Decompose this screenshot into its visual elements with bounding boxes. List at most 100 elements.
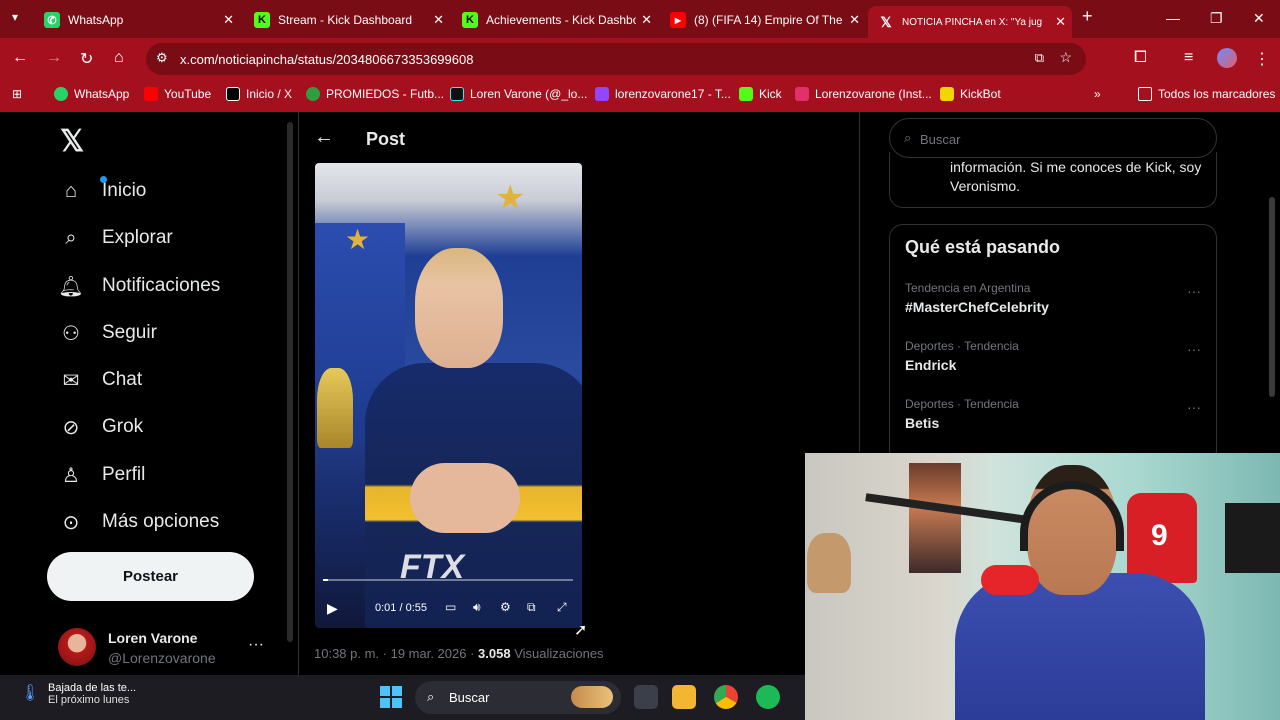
taskbar-search[interactable]: ⌕ Buscar: [415, 681, 621, 714]
bookmark-whatsapp[interactable]: WhatsApp: [54, 87, 129, 101]
trend-item[interactable]: Deportes · Tendencia Betis ···: [905, 397, 1205, 441]
kick-icon: K: [254, 12, 270, 28]
close-icon[interactable]: ✕: [849, 12, 860, 28]
home-icon: ⌂: [58, 176, 107, 204]
bookmark-tiktok[interactable]: Loren Varone (@_lo...: [450, 87, 587, 101]
sidebar-item-inicio[interactable]: ⌂ Inicio: [58, 176, 146, 204]
close-icon[interactable]: ✕: [223, 12, 234, 28]
menu-kebab-icon[interactable]: ⋮: [1254, 49, 1270, 69]
settings-icon[interactable]: ⚙: [500, 600, 511, 614]
play-icon[interactable]: ▶: [327, 600, 338, 617]
sidebar-item-label: Notificaciones: [102, 275, 221, 296]
sidebar-item-label: Más opciones: [102, 511, 220, 532]
url-text[interactable]: x.com/noticiapincha/status/2034806673353…: [180, 52, 473, 67]
sidebar-item-notificaciones[interactable]: 🔔︎ Notificaciones: [58, 273, 220, 299]
search-input[interactable]: [920, 129, 1200, 149]
left-scrollbar[interactable]: [287, 122, 293, 642]
sidebar-item-seguir[interactable]: ⚇ Seguir: [58, 320, 157, 346]
sidebar-item-label: Perfil: [102, 464, 146, 485]
trend-item[interactable]: Deportes · Tendencia Endrick ···: [905, 339, 1205, 383]
video-watermark: FTX: [400, 548, 465, 586]
tab-label: NOTICIA PINCHA en X: "Ya jug: [902, 16, 1043, 28]
tab-search-icon[interactable]: ▾: [12, 10, 18, 24]
more-dots-icon[interactable]: ···: [1187, 283, 1201, 299]
post-button[interactable]: Postear: [47, 552, 254, 601]
more-dots-icon[interactable]: ···: [248, 636, 264, 654]
window-close-icon[interactable]: ✕: [1253, 10, 1265, 27]
close-icon[interactable]: ✕: [1055, 14, 1066, 30]
windows-start-icon[interactable]: [380, 686, 402, 708]
trends-card: Qué está pasando Tendencia en Argentina …: [889, 224, 1217, 464]
more-dots-icon[interactable]: ···: [1187, 399, 1201, 415]
file-explorer-icon[interactable]: [672, 685, 696, 709]
sidebar-item-perfil[interactable]: ♙ Perfil: [58, 462, 145, 488]
follow-icon: ⚇: [62, 322, 80, 345]
bookmark-promiedos[interactable]: PROMIEDOS - Futb...: [306, 87, 444, 101]
home-browser-icon[interactable]: ⌂: [114, 49, 124, 67]
fullscreen-icon[interactable]: ⤢: [557, 600, 567, 615]
bookmark-twitch[interactable]: lorenzovarone17 - T...: [595, 87, 731, 101]
weather-line2: El próximo lunes: [48, 694, 130, 706]
media-control-icon[interactable]: ≡: [1184, 49, 1193, 67]
microphone: [981, 565, 1039, 595]
tab-kick-achievements[interactable]: K Achievements - Kick Dashbo ✕: [452, 6, 658, 34]
all-bookmarks-folder[interactable]: Todos los marcadores: [1138, 87, 1275, 101]
sidebar-item-mas-opciones[interactable]: ⊙ Más opciones: [58, 509, 220, 535]
profile-avatar-icon[interactable]: [1217, 48, 1237, 68]
new-tab-icon[interactable]: +: [1082, 6, 1093, 27]
bookmark-label: Inicio / X: [246, 87, 293, 101]
account-switcher[interactable]: Loren Varone @Lorenzovarone ···: [58, 626, 268, 670]
page-title: Post: [366, 129, 406, 149]
bell-icon: 🔔︎: [58, 275, 84, 298]
apps-grid-icon[interactable]: ⊞: [12, 87, 22, 101]
sidebar-item-label: Seguir: [102, 322, 157, 343]
close-icon[interactable]: ✕: [433, 12, 444, 28]
search-icon: ⌕: [65, 226, 77, 249]
back-icon[interactable]: ←: [12, 49, 28, 67]
captions-icon[interactable]: ▭: [445, 600, 456, 614]
bookmark-kick[interactable]: Kick: [739, 87, 782, 101]
install-app-icon[interactable]: ⧉: [1035, 50, 1044, 66]
star-icon: ★: [495, 179, 526, 217]
task-view-icon[interactable]: [634, 685, 658, 709]
sidebar-item-grok[interactable]: ⊘ Grok: [58, 414, 144, 440]
kick-icon: K: [462, 12, 478, 28]
extensions-icon[interactable]: ⧠: [1134, 49, 1147, 67]
bookmark-kickbot[interactable]: KickBot: [940, 87, 1001, 101]
wall-poster: [909, 463, 961, 573]
video-player[interactable]: ★ ★ FTX ▶ 0:01 / 0:55 ▭ 🔊︎ ⚙ ⧉ ⤢: [315, 163, 582, 628]
close-icon[interactable]: ✕: [641, 12, 652, 28]
pip-icon[interactable]: ⧉: [527, 600, 536, 615]
restore-icon[interactable]: ❐: [1210, 10, 1223, 27]
bookmark-label: KickBot: [960, 87, 1001, 101]
trend-item[interactable]: Tendencia en Argentina #MasterChefCelebr…: [905, 281, 1205, 325]
spotify-icon[interactable]: [756, 685, 780, 709]
bookmark-youtube[interactable]: YouTube: [144, 87, 211, 101]
site-settings-icon[interactable]: ⚙: [156, 50, 168, 66]
x-logo-icon[interactable]: 𝕏: [60, 124, 84, 159]
more-dots-icon[interactable]: ···: [1187, 341, 1201, 357]
back-arrow-icon[interactable]: ←: [314, 126, 334, 149]
chrome-icon[interactable]: [714, 685, 738, 709]
bookmark-instagram[interactable]: Lorenzovarone (Inst...: [795, 87, 932, 101]
right-scrollbar[interactable]: [1269, 197, 1275, 397]
forward-icon[interactable]: →: [46, 49, 62, 67]
tab-youtube-fifa[interactable]: ▶ (8) (FIFA 14) Empire Of The S ✕: [660, 6, 866, 34]
bookmark-star-icon[interactable]: ☆: [1059, 49, 1072, 66]
weather-line1: Bajada de las te...: [48, 682, 137, 694]
volume-icon[interactable]: 🔊︎: [473, 600, 481, 615]
sidebar-item-explorar[interactable]: ⌕ Explorar: [58, 225, 172, 251]
tiktok-icon: [450, 87, 464, 101]
weather-widget[interactable]: 🌡︎ Bajada de las te... El próximo lunes: [20, 682, 136, 706]
more-bookmarks-icon[interactable]: »: [1094, 87, 1101, 101]
sidebar-item-chat[interactable]: ✉ Chat: [58, 367, 143, 393]
reload-icon[interactable]: ↻: [80, 49, 93, 69]
minimize-icon[interactable]: —: [1166, 10, 1180, 26]
bookmark-x-home[interactable]: Inicio / X: [226, 87, 292, 101]
tab-x-post[interactable]: 𝕏 NOTICIA PINCHA en X: "Ya jug ✕: [868, 6, 1072, 38]
tab-kick-dashboard[interactable]: K Stream - Kick Dashboard ✕: [244, 6, 450, 34]
omnibox[interactable]: ⚙ x.com/noticiapincha/status/20348066733…: [146, 43, 1086, 75]
tab-whatsapp[interactable]: ✆ WhatsApp ✕: [34, 6, 240, 34]
video-progress-bar[interactable]: [323, 579, 573, 581]
kickbot-icon: [940, 87, 954, 101]
